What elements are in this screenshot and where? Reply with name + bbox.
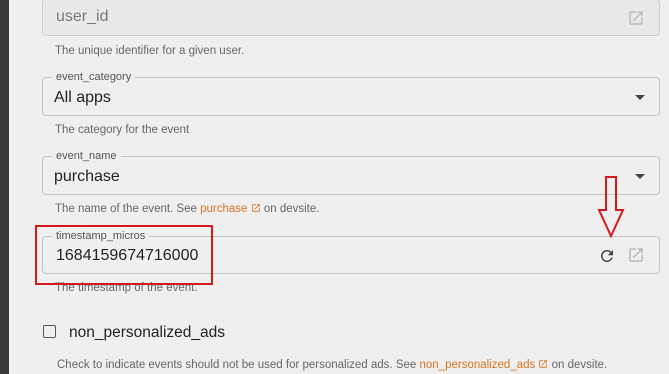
user-id-placeholder: user_id [56,8,109,25]
open-in-new-icon[interactable] [627,9,645,27]
non-personalized-ads-label[interactable]: non_personalized_ads [69,324,225,342]
non-personalized-ads-link[interactable]: non_personalized_ads [419,359,535,371]
event-name-select[interactable]: event_name purchase [42,149,660,195]
non-personalized-ads-helper: Check to indicate events should not be u… [57,358,607,372]
event-category-select[interactable]: event_category All apps [42,70,660,116]
event-name-value: purchase [54,168,120,185]
event-category-label: event_category [52,70,136,84]
chevron-down-icon [635,95,645,100]
non-personalized-ads-helper-text: Check to indicate events should not be u… [57,359,420,371]
down-arrow-annotation [597,176,625,238]
event-category-helper: The category for the event [55,124,190,136]
open-in-new-icon[interactable] [251,203,261,213]
left-panel-edge [0,0,9,374]
open-in-new-icon[interactable] [627,246,645,264]
non-personalized-ads-helper-suffix: on devsite. [548,359,608,371]
event-name-helper-suffix: on devsite. [260,203,320,215]
open-in-new-icon[interactable] [538,359,548,369]
event-name-helper-text: The name of the event. See [55,203,201,215]
event-name-helper: The name of the event. See purchase on d… [55,202,319,216]
user-id-helper: The unique identifier for a given user. [55,45,245,57]
highlight-box [35,225,213,285]
event-name-label: event_name [52,149,121,163]
refresh-icon[interactable] [598,247,616,265]
user-id-field[interactable]: user_id [42,0,660,36]
purchase-link[interactable]: purchase [200,203,247,215]
chevron-down-icon [635,174,645,179]
non-personalized-ads-checkbox[interactable] [43,325,56,338]
event-category-value: All apps [54,89,111,106]
